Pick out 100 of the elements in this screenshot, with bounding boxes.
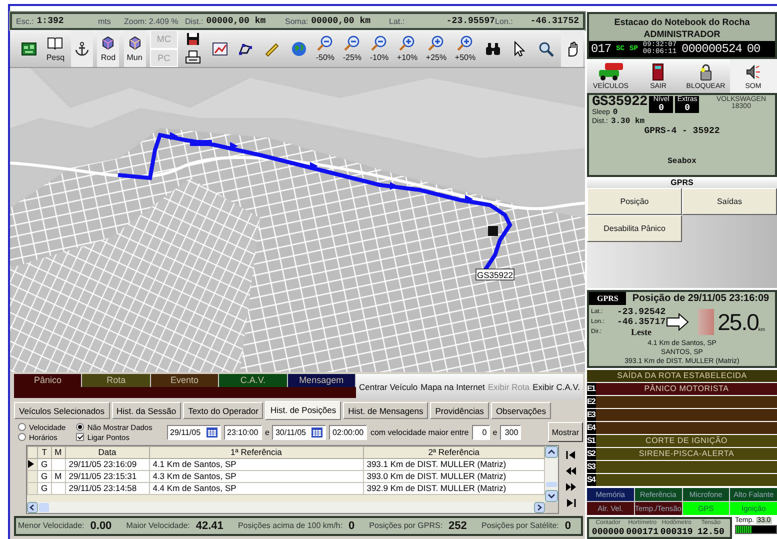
position-title: Posição de 29/11/05 23:16:09 — [632, 293, 770, 304]
output-bar: CORTE DE IGNIÇÃO — [596, 435, 777, 447]
last-record-icon[interactable] — [566, 498, 576, 508]
speed-max-field[interactable]: 300 — [500, 424, 522, 440]
tab[interactable]: Providências — [430, 402, 489, 419]
zoom-out-button[interactable]: -10% — [368, 30, 391, 67]
zoom-out-button[interactable]: -25% — [340, 30, 364, 67]
table-cell: G — [38, 470, 52, 482]
zoom-in-button[interactable]: +25% — [424, 30, 449, 67]
channel-code: E3 — [587, 409, 596, 421]
map-icon — [21, 40, 37, 56]
table-cell: G — [38, 482, 52, 494]
display-counter: 000000524 — [682, 42, 742, 56]
status-value: -46.31752 — [530, 16, 579, 26]
speed-gauge — [698, 309, 714, 335]
checkbox[interactable] — [76, 433, 84, 441]
command-button[interactable]: Saídas — [682, 188, 777, 215]
table-cell: 29/11/05 23:15:31 — [65, 470, 150, 482]
status-value: 00000,00 km — [311, 16, 371, 26]
alert-tab[interactable]: Evento — [150, 374, 220, 387]
radio-button[interactable] — [18, 423, 26, 431]
panel-title: GPRS — [587, 177, 777, 188]
show-button[interactable]: Mostrar — [548, 422, 583, 442]
zoom-in-icon — [399, 35, 416, 51]
time-field[interactable]: 23:10:00 — [224, 424, 262, 440]
table-cell: 4.1 Km de Santos, SP — [149, 458, 364, 470]
table-cell: M — [51, 470, 66, 482]
vehicle-label: GS35922 — [476, 268, 514, 280]
search-icon — [538, 40, 554, 56]
status-label: Esc.: — [16, 16, 34, 26]
display-count: 017 — [591, 42, 612, 56]
tab[interactable]: Hist. da Sessão — [112, 402, 182, 419]
table-cell: 4.4 Km de Santos, SP — [149, 482, 364, 494]
status-value: 1:392 — [36, 16, 64, 26]
output-bar: PÂNICO MOTORISTA — [596, 383, 777, 395]
anchor-button[interactable] — [70, 30, 93, 67]
counter-value: 12.50 — [697, 527, 724, 537]
radio-button[interactable] — [18, 433, 26, 441]
action-link[interactable]: Exibir C.A.V. — [532, 382, 580, 392]
tab[interactable]: Texto do Operador — [183, 402, 264, 419]
alert-tab[interactable]: C.A.V. — [219, 374, 288, 387]
date-field[interactable]: 30/11/05 — [272, 424, 326, 440]
tab[interactable]: Observações — [490, 402, 552, 419]
table-cell: 393.1 Km de DIST. MULLER (Matriz) — [363, 458, 544, 470]
status-label: Lat.: — [389, 16, 405, 26]
previous-record-icon[interactable] — [566, 466, 576, 476]
globe-icon — [290, 40, 307, 56]
binoculars-icon — [484, 40, 501, 56]
tab[interactable]: Veículos Selecionados — [14, 402, 110, 419]
ruler-icon — [264, 40, 280, 56]
calendar-icon[interactable] — [206, 426, 218, 438]
row-pointer-icon — [28, 460, 34, 468]
column-header: 2ª Referência — [363, 446, 544, 458]
zoom-in-button[interactable]: +50% — [452, 30, 478, 67]
vehicle-marker[interactable] — [488, 226, 498, 236]
summary-value: 42.41 — [196, 520, 224, 532]
summary-label: Posições acima de 100 km/h: — [238, 521, 342, 530]
next-record-icon[interactable] — [566, 482, 576, 492]
zoom-out-icon — [371, 35, 388, 51]
tab[interactable]: Hist. de Posições — [265, 401, 342, 420]
first-record-icon[interactable] — [566, 450, 576, 460]
zoom-in-icon — [428, 35, 444, 51]
counter-value: 000319 — [660, 527, 693, 537]
cube-button[interactable]: Rod — [97, 30, 120, 67]
calendar-icon[interactable] — [311, 426, 324, 438]
summary-label: Maior Velocidade: — [126, 521, 190, 530]
status-label: mts — [98, 16, 111, 26]
device-id: GPRS-4 - 35922 — [643, 126, 721, 136]
zoom-out-button[interactable]: -50% — [314, 30, 337, 67]
channel-code: S1 — [587, 435, 596, 447]
command-button[interactable]: Posição — [587, 188, 682, 215]
summary-label: Posições por GPRS: — [369, 521, 443, 530]
alert-tab[interactable]: Pânico — [14, 374, 82, 387]
distance-value: 3.30 km — [610, 117, 645, 126]
table-cell: 4.3 Km de Santos, SP — [149, 470, 364, 482]
action-link[interactable]: Centrar Veículo — [359, 382, 418, 392]
date-field[interactable]: 29/11/05 — [167, 424, 221, 440]
alert-tab[interactable]: Rota — [82, 374, 151, 387]
hand-button[interactable] — [560, 30, 583, 67]
cars-icon — [596, 61, 625, 81]
action-link[interactable]: Mapa na Internet — [420, 382, 485, 392]
vertical-scrollbar[interactable] — [545, 446, 558, 502]
alert-tab[interactable]: Mensagem — [288, 374, 356, 387]
cube-button[interactable]: Mun — [124, 30, 146, 67]
book-icon — [47, 35, 64, 51]
book-button[interactable]: Pesq — [44, 30, 67, 67]
tab[interactable]: Hist. de Mensagens — [343, 402, 428, 419]
radio-button[interactable] — [76, 423, 84, 431]
vehicle-id: GS35922 — [592, 96, 648, 109]
horizontal-scrollbar[interactable] — [27, 502, 545, 512]
direction-arrow-icon — [666, 313, 690, 331]
status-label: Soma: — [285, 16, 308, 26]
channel-code: S2 — [587, 448, 596, 460]
channel-code: S4 — [587, 474, 596, 486]
speed-min-field[interactable]: 0 — [472, 424, 490, 440]
time-field[interactable]: 02:00:00 — [329, 424, 368, 440]
output-bar: SIRENE-PISCA-ALERTA — [596, 448, 777, 460]
table-cell: 29/11/05 23:16:09 — [65, 458, 150, 470]
zoom-in-button[interactable]: +10% — [394, 30, 420, 67]
command-button[interactable]: Desabilita Pânico — [587, 215, 682, 242]
